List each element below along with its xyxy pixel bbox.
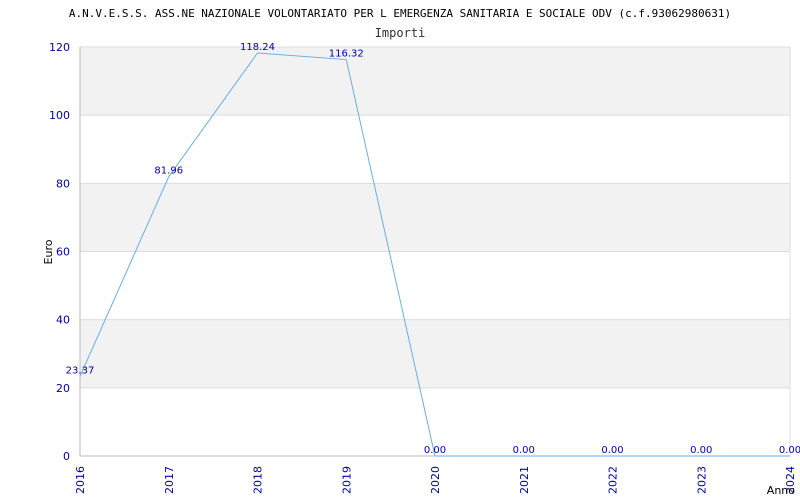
x-tick-label: 2018 xyxy=(252,466,265,494)
x-tick-label: 2017 xyxy=(163,466,176,494)
data-label: 116.32 xyxy=(329,49,364,60)
data-label: 0.00 xyxy=(779,445,800,456)
y-tick-label: 40 xyxy=(56,314,70,327)
data-label: 0.00 xyxy=(424,445,446,456)
chart-container: A.N.V.E.S.S. ASS.NE NAZIONALE VOLONTARIA… xyxy=(0,0,800,500)
y-tick-label: 100 xyxy=(49,109,70,122)
data-label: 23.37 xyxy=(66,365,95,376)
data-label: 0.00 xyxy=(601,445,623,456)
background-band xyxy=(80,115,790,184)
data-label: 118.24 xyxy=(240,42,275,53)
x-tick-label: 2019 xyxy=(340,466,353,494)
y-axis-title: Euro xyxy=(42,239,55,264)
background-band xyxy=(80,319,790,388)
background-band xyxy=(80,47,790,116)
y-tick-label: 20 xyxy=(56,382,70,395)
x-axis-title: Anno xyxy=(767,484,795,497)
x-tick-label: 2016 xyxy=(74,466,87,494)
data-label: 81.96 xyxy=(154,166,183,177)
x-tick-label: 2022 xyxy=(607,466,620,494)
background-band xyxy=(80,251,790,320)
chart-title: A.N.V.E.S.S. ASS.NE NAZIONALE VOLONTARIA… xyxy=(69,7,731,20)
x-tick-label: 2020 xyxy=(429,466,442,494)
y-tick-label: 120 xyxy=(49,41,70,54)
y-tick-label: 0 xyxy=(63,450,70,463)
background-band xyxy=(80,183,790,252)
x-axis-ticks: 2016 2017 2018 2019 2020 2021 2022 2023 2024 xyxy=(74,466,797,494)
y-tick-label: 60 xyxy=(56,246,70,259)
x-tick-label: 2021 xyxy=(518,466,531,494)
data-label: 0.00 xyxy=(513,445,535,456)
x-tick-label: 2023 xyxy=(695,466,708,494)
y-tick-label: 80 xyxy=(56,177,70,190)
line-chart: A.N.V.E.S.S. ASS.NE NAZIONALE VOLONTARIA… xyxy=(42,7,800,497)
chart-subtitle: Importi xyxy=(375,26,426,40)
data-label: 0.00 xyxy=(690,445,712,456)
